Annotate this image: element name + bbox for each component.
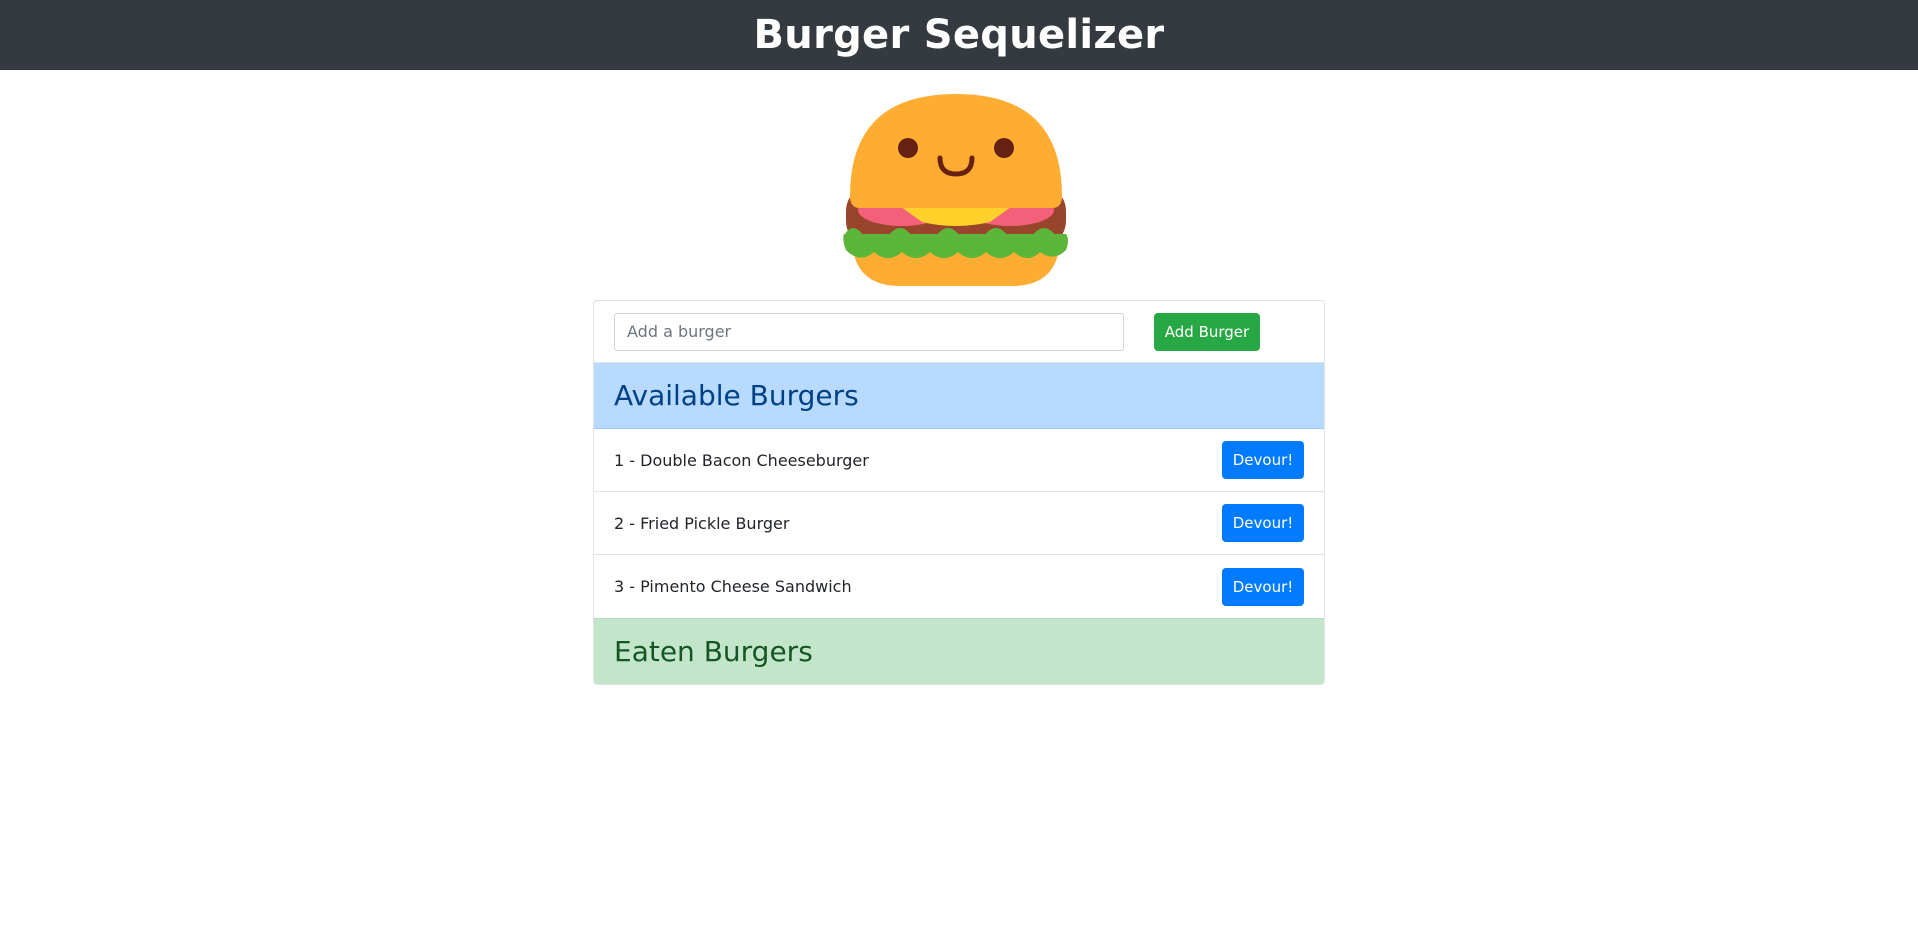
- burger-card: Add Burger Available Burgers 1 - Double …: [593, 300, 1325, 685]
- devour-button[interactable]: Devour!: [1222, 441, 1304, 479]
- burger-mascot-icon: [843, 94, 1068, 286]
- devour-button[interactable]: Devour!: [1222, 567, 1304, 606]
- add-burger-button[interactable]: Add Burger: [1154, 312, 1260, 351]
- burger-label: 3 - Pimento Cheese Sandwich: [614, 577, 852, 596]
- list-item: 3 - Pimento Cheese Sandwich Devour!: [594, 555, 1324, 618]
- burger-name-input[interactable]: [614, 312, 1124, 351]
- list-item: 1 - Double Bacon Cheeseburger Devour!: [594, 429, 1324, 492]
- available-burgers-header: Available Burgers: [594, 363, 1324, 429]
- devour-button[interactable]: Devour!: [1222, 504, 1304, 542]
- navbar: Burger Sequelizer: [0, 0, 1918, 70]
- eaten-burgers-header: Eaten Burgers: [594, 618, 1324, 684]
- add-burger-form: Add Burger: [594, 301, 1324, 363]
- available-burgers-list: 1 - Double Bacon Cheeseburger Devour! 2 …: [594, 429, 1324, 618]
- page-title: Burger Sequelizer: [753, 12, 1165, 58]
- burger-label: 1 - Double Bacon Cheeseburger: [614, 450, 869, 470]
- list-item: 2 - Fried Pickle Burger Devour!: [594, 492, 1324, 555]
- burger-label: 2 - Fried Pickle Burger: [614, 513, 790, 533]
